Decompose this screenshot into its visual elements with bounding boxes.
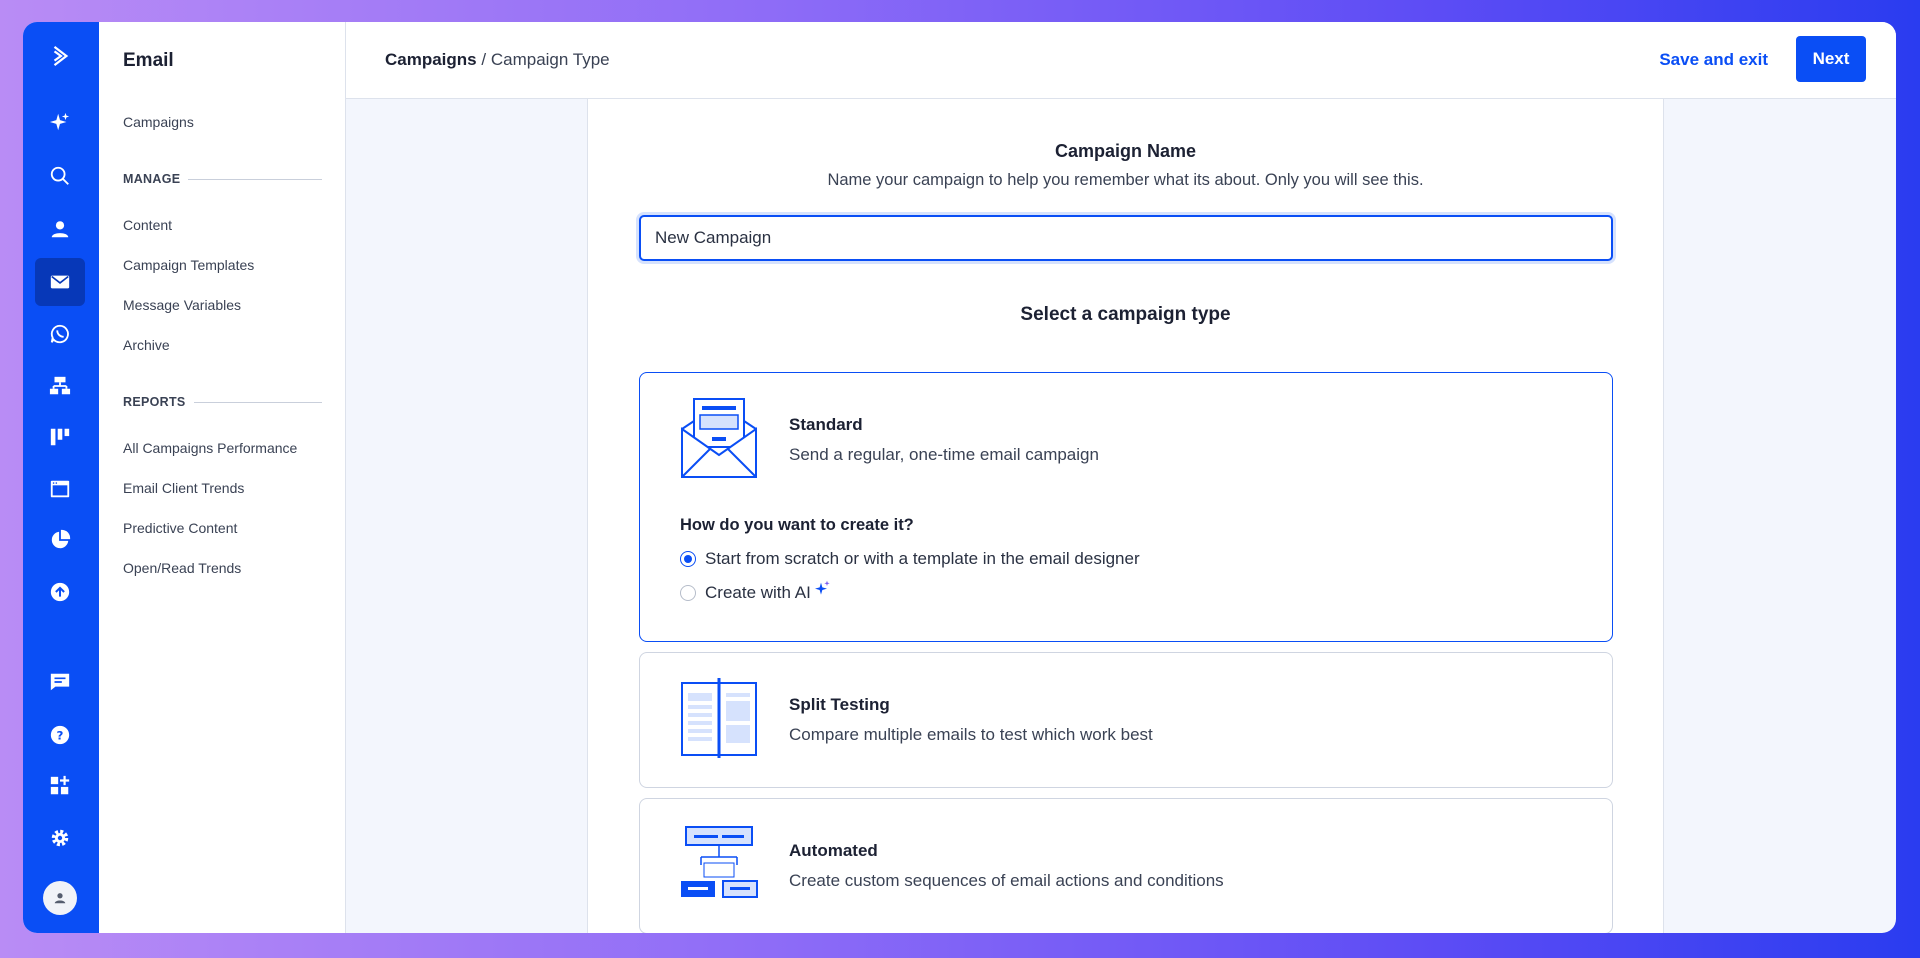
next-button[interactable]: Next xyxy=(1796,36,1866,82)
sidebar-item-archive[interactable]: Archive xyxy=(123,337,170,353)
sidebar-item-content[interactable]: Content xyxy=(123,217,172,233)
breadcrumb-current: Campaign Type xyxy=(490,50,610,69)
sidebar-title: Email xyxy=(123,50,174,71)
card-description: Send a regular, one-time email campaign xyxy=(789,445,1099,464)
apps-icon[interactable] xyxy=(35,762,85,810)
sidebar-section-reports: REPORTS xyxy=(123,395,322,409)
sidebar-item-email-client-trends[interactable]: Email Client Trends xyxy=(123,480,244,496)
card-title: Split Testing xyxy=(789,695,890,714)
svg-text:?: ? xyxy=(57,729,64,743)
card-title: Standard xyxy=(789,415,863,434)
create-option-scratch[interactable]: Start from scratch or with a template in… xyxy=(680,549,1140,569)
campaign-type-card-split-testing[interactable]: Split Testing Compare multiple emails to… xyxy=(639,652,1613,788)
campaign-type-title: Select a campaign type xyxy=(1020,304,1231,325)
whatsapp-icon[interactable] xyxy=(35,310,85,358)
main-content: Campaigns / Campaign Type Save and exit … xyxy=(346,22,1896,933)
sidebar-section-manage: MANAGE xyxy=(123,172,322,186)
campaign-name-subtitle: Name your campaign to help you remember … xyxy=(827,171,1424,189)
campaign-name-input[interactable] xyxy=(639,215,1613,261)
campaign-type-panel: Campaign Name Name your campaign to help… xyxy=(587,99,1664,933)
envelope-illustration-icon xyxy=(681,398,757,478)
automation-flow-illustration-icon xyxy=(681,826,758,898)
email-icon[interactable] xyxy=(35,258,85,306)
logo-chevron-icon[interactable] xyxy=(35,32,85,80)
card-description: Create custom sequences of email actions… xyxy=(789,871,1224,890)
icon-rail: ? xyxy=(23,22,99,933)
sidebar-item-campaign-templates[interactable]: Campaign Templates xyxy=(123,257,254,273)
automations-icon[interactable] xyxy=(35,362,85,410)
sidebar-item-open-read-trends[interactable]: Open/Read Trends xyxy=(123,560,241,576)
split-book-illustration-icon xyxy=(681,678,757,758)
sidebar-item-campaigns[interactable]: Campaigns xyxy=(123,114,194,130)
option-label: Create with AI xyxy=(705,583,811,602)
search-icon[interactable] xyxy=(35,152,85,200)
campaign-type-card-automated[interactable]: Automated Create custom sequences of ema… xyxy=(639,798,1613,933)
campaign-name-title: Campaign Name xyxy=(1054,141,1197,161)
radio-unselected[interactable] xyxy=(680,585,696,601)
breadcrumb-parent[interactable]: Campaigns xyxy=(385,50,477,69)
help-icon[interactable]: ? xyxy=(35,711,85,759)
upload-icon[interactable] xyxy=(35,568,85,616)
sidebar: Email Campaigns MANAGE Content Campaign … xyxy=(99,22,346,933)
sidebar-item-all-campaigns-performance[interactable]: All Campaigns Performance xyxy=(123,440,297,456)
deals-icon[interactable] xyxy=(35,413,85,461)
card-title: Automated xyxy=(789,841,878,860)
settings-icon[interactable] xyxy=(35,814,85,862)
sidebar-item-predictive-content[interactable]: Predictive Content xyxy=(123,520,237,536)
sidebar-section-label: REPORTS xyxy=(123,395,186,409)
card-description: Compare multiple emails to test which wo… xyxy=(789,725,1153,744)
sidebar-item-message-variables[interactable]: Message Variables xyxy=(123,297,241,313)
campaign-type-card-standard[interactable]: Standard Send a regular, one-time email … xyxy=(639,372,1613,642)
save-and-exit-button[interactable]: Save and exit xyxy=(1659,50,1768,70)
user-avatar-icon[interactable] xyxy=(43,881,77,915)
create-method-title: How do you want to create it? xyxy=(680,516,914,534)
option-label: Start from scratch or with a template in… xyxy=(705,549,1140,568)
radio-selected[interactable] xyxy=(680,551,696,567)
sidebar-section-label: MANAGE xyxy=(123,172,181,186)
top-bar: Campaigns / Campaign Type Save and exit … xyxy=(346,22,1896,99)
contacts-icon[interactable] xyxy=(35,205,85,253)
breadcrumb: Campaigns / Campaign Type xyxy=(385,50,610,70)
sparkle-icon[interactable] xyxy=(35,98,85,146)
create-option-ai[interactable]: Create with AI xyxy=(680,580,831,603)
breadcrumb-separator: / xyxy=(481,50,487,69)
ai-sparkle-icon xyxy=(814,580,830,595)
website-icon[interactable] xyxy=(35,465,85,513)
app-window: ? Email Campaigns MANAGE Content Campaig… xyxy=(23,22,1896,933)
conversations-icon[interactable] xyxy=(35,658,85,706)
reports-icon[interactable] xyxy=(35,516,85,564)
